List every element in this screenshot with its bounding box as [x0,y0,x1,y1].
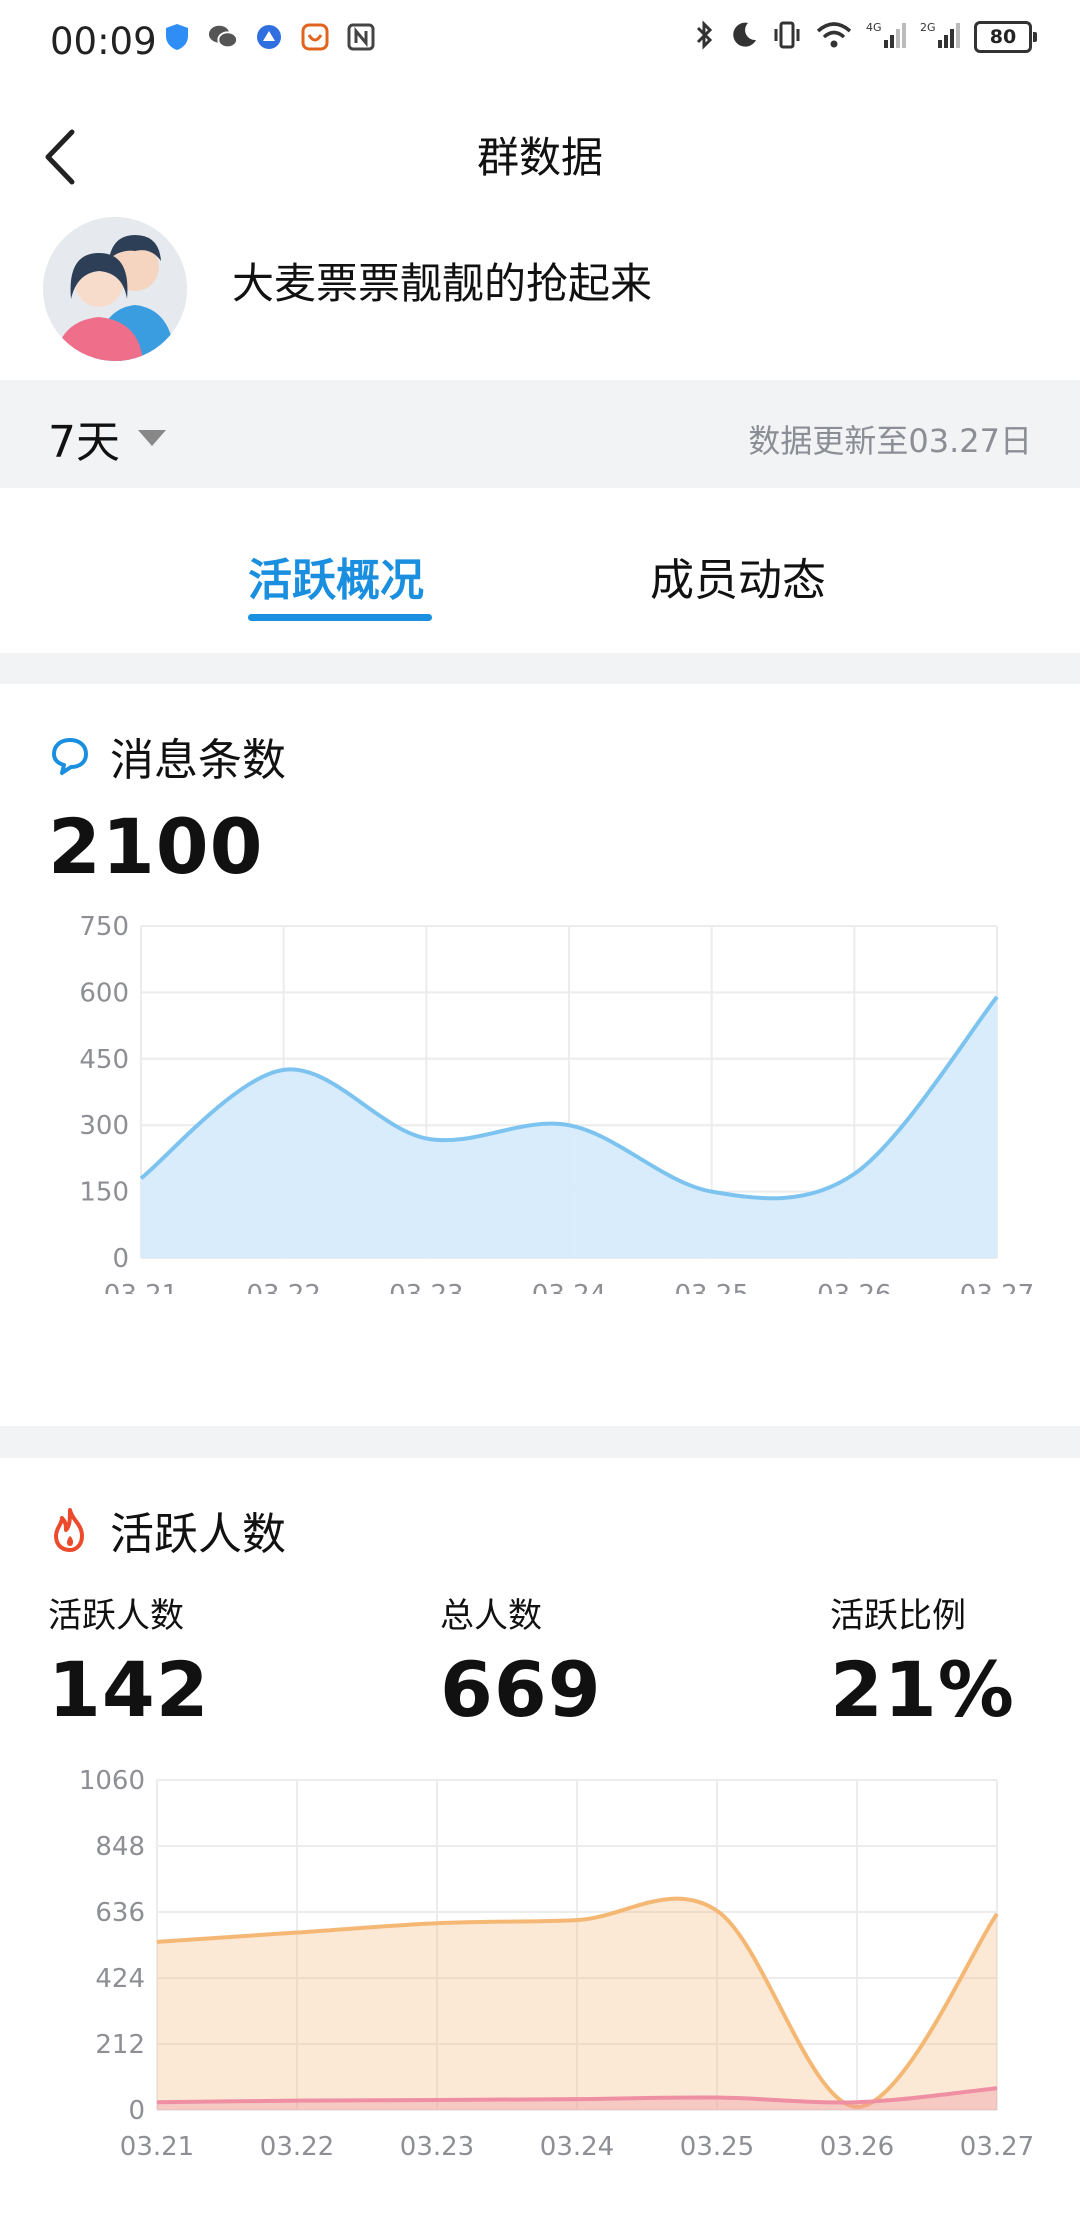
data-update-text: 数据更新至03.27日 [748,422,1032,460]
svg-text:4G: 4G [866,21,882,34]
chart2-x-tick: 03.26 [820,2132,894,2160]
messages-chart: 0 150 300 450 600 750 03.21 03.22 03.23 03.24 03.2… [79,914,1034,1294]
messages-card: 消息条数 2100 0 150 300 450 600 750 03.21 03.22 03.2… [0,684,1080,1426]
do-not-disturb-moon-icon [730,20,758,54]
chat-bubble-icon [52,738,88,775]
group-name: 大麦票票靓靓的抢起来 [232,259,653,308]
stat-value: 142 [48,1645,210,1734]
stat-active-count: 活跃人数 142 [48,1588,210,1734]
battery-icon: 80 [974,21,1037,53]
group-avatar-icon [43,217,187,361]
status-bar: 00:09 4G 2G 80 [0,0,1080,82]
app-notification-icon [300,22,330,52]
chart1-x-tick: 03.26 [817,1280,891,1294]
active-members-card: 活跃人数 活跃人数 142 总人数 669 活跃比例 21% 0 212 424 63… [0,1458,1080,2240]
chart1-x-tick: 03.24 [532,1280,606,1294]
dropdown-arrow-icon [138,430,166,446]
status-time: 00:09 [50,20,157,63]
stat-active-ratio: 活跃比例 21% [830,1588,1015,1734]
active-title-row: 活跃人数 [48,1498,286,1562]
chart1-x-tick: 03.22 [246,1280,320,1294]
chart1-y-tick: 450 [79,1045,129,1075]
svg-text:2G: 2G [920,21,936,34]
chart1-x-tick: 03.27 [960,1280,1034,1294]
chart2-y-tick: 424 [95,1964,145,1994]
messages-total: 2100 [48,802,264,891]
chart2-y-tick: 0 [128,2096,145,2126]
filter-bar: 7天 数据更新至03.27日 [0,380,1080,488]
flame-icon [54,1508,84,1552]
browser-icon [254,22,284,52]
status-system-icons: 4G 2G 80 [694,20,1037,54]
vibrate-icon [772,20,802,54]
chart2-series-0-area [157,1898,997,2110]
stat-value: 669 [440,1645,602,1734]
chart1-y-tick: 0 [112,1244,129,1274]
stat-label: 总人数 [440,1596,542,1636]
chart2-y-tick: 636 [95,1898,145,1928]
status-notification-icons [162,22,376,52]
chart1-x-tick: 03.25 [674,1280,748,1294]
wifi-icon [816,21,852,53]
tab-underline [248,614,432,621]
nfc-icon [346,22,376,52]
messages-title-row: 消息条数 [48,724,286,788]
chart2-x-tick: 03.21 [120,2132,194,2160]
period-dropdown[interactable]: 7天 [48,406,166,470]
signal-4g-icon: 4G [866,20,906,54]
chart1-x-tick: 03.23 [389,1280,463,1294]
stat-total-count: 总人数 669 [440,1588,602,1734]
stat-label: 活跃比例 [830,1596,966,1636]
messages-title: 消息条数 [110,735,286,786]
chart1-x-tick: 03.21 [104,1280,178,1294]
chart1-y-tick: 300 [79,1111,129,1141]
chart2-x-tick: 03.27 [960,2132,1034,2160]
signal-2g-icon: 2G [920,20,960,54]
tab-member-activity[interactable]: 成员动态 [650,544,826,608]
active-members-chart: 0 212 424 636 848 1060 03.21 03.22 03.23 03.24 03.… [79,1766,1034,2160]
stat-label: 活跃人数 [48,1596,184,1636]
chart2-x-tick: 03.24 [540,2132,614,2160]
chart1-y-tick: 150 [79,1178,129,1208]
tab-active-overview[interactable]: 活跃概况 [248,544,424,608]
chart1-y-tick: 750 [79,914,129,942]
chart1-y-tick: 600 [79,978,129,1008]
chart2-x-tick: 03.23 [400,2132,474,2160]
wechat-icon [208,22,238,52]
tab-bar: 活跃概况 成员动态 [0,488,1080,653]
chart2-y-tick: 848 [95,1832,145,1862]
bluetooth-icon [694,20,716,54]
chart2-x-tick: 03.25 [680,2132,754,2160]
chart2-y-tick: 1060 [79,1766,145,1796]
group-avatar[interactable] [43,217,187,361]
header: 群数据 大麦票票靓靓的抢起来 [0,82,1080,380]
shield-icon [162,22,192,52]
active-title: 活跃人数 [110,1509,286,1560]
chart2-x-tick: 03.22 [260,2132,334,2160]
page-title: 群数据 [476,133,603,182]
stat-value: 21% [830,1645,1015,1734]
period-label: 7天 [48,417,120,468]
chart2-y-tick: 212 [95,2030,145,2060]
